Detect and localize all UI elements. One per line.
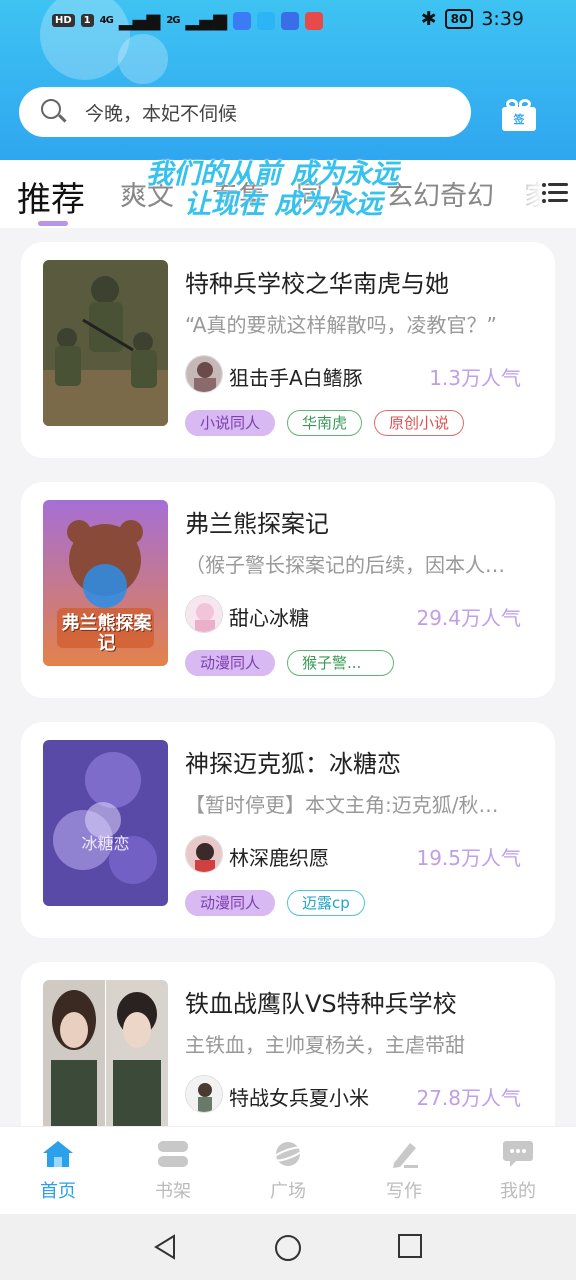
book-title[interactable]: 特种兵学校之华南虎与她 [185,264,449,299]
book-feed: 特种兵学校之华南虎与她 “A真的要就这样解散吗，凌教官？” 狙击手A白鳍豚 1.… [0,228,576,1126]
popularity-count: 29.4万人气 [416,606,521,630]
tag-chip[interactable]: 迈露cp [287,890,365,916]
tab-recommend[interactable]: 推荐 [17,172,85,221]
bluetooth-icon: ✱ [420,8,437,30]
music-app-icon [233,11,252,30]
home-icon [42,1139,74,1169]
gift-icon: 签 [502,107,536,131]
nav-write-label: 写作 [386,1181,422,1202]
search-bar[interactable]: 今晚，本妃不伺候 [19,87,471,137]
status-left: HD 1 4G ▂▄▆ 2G ▂▄▆ [52,10,324,31]
bookshelf-icon [157,1139,189,1169]
checkin-gift-button[interactable]: 签 [502,99,536,131]
nav-home[interactable]: 首页 [18,1139,98,1203]
home-button[interactable] [274,1234,302,1266]
book-card[interactable]: 特种兵学校之华南虎与她 “A真的要就这样解散吗，凌教官？” 狙击手A白鳍豚 1.… [21,242,555,458]
header: HD 1 4G ▂▄▆ 2G ▂▄▆ ✱ 80 3:39 今晚，本妃不伺候 签 [0,0,576,160]
book-cover[interactable] [43,980,168,1126]
book-description: （猴子警长探案记的后续，因本人… [185,553,505,577]
book-description: 主铁血，主帅夏杨关，主虐带甜 [185,1033,465,1057]
huawei-app-icon [305,11,324,30]
nav-profile-label: 我的 [500,1181,536,1202]
battery-indicator: 80 [444,9,474,29]
network-4g-label: 4G [99,15,114,26]
recents-button[interactable] [398,1234,422,1262]
author-name[interactable]: 林深鹿织愿 [229,842,329,871]
planet-icon [271,1139,305,1169]
book-title[interactable]: 神探迈克狐：冰糖恋 [185,744,401,779]
author-avatar[interactable] [185,595,223,633]
tag-chip[interactable]: 猴子警... [287,650,395,676]
nav-bookshelf[interactable]: 书架 [133,1139,213,1203]
popularity-count: 27.8万人气 [416,1086,521,1110]
nav-write[interactable]: 写作 [364,1139,444,1203]
status-right: ✱ 80 3:39 [421,8,524,30]
nav-square-label: 广场 [270,1181,306,1202]
author-avatar[interactable] [185,355,223,393]
tag-chip[interactable]: 原创小说 [374,410,465,436]
nav-profile[interactable]: 我的 [478,1139,558,1203]
chat-bubble-icon [502,1139,534,1169]
book-cover[interactable] [43,260,168,426]
signal-icon: ▂▄▆ [118,10,161,31]
tab-fantasy[interactable]: 玄幻奇幻 [386,174,494,213]
author-avatar[interactable] [185,835,223,873]
tag-list: 小说同人 华南虎 原创小说 [185,410,465,436]
tag-chip[interactable]: 动漫同人 [185,890,276,916]
book-description: “A真的要就这样解散吗，凌教官？” [185,313,497,337]
book-description: 【暂时停更】本文主角:迈克狐/秋… [185,793,499,817]
status-time: 3:39 [481,8,524,30]
tag-list: 动漫同人 猴子警... [185,650,395,676]
network-2g-label: 2G [166,15,180,26]
author-name[interactable]: 甜心冰糖 [229,602,309,631]
nav-home-label: 首页 [40,1181,76,1202]
tag-chip[interactable]: 小说同人 [185,410,276,436]
tag-chip[interactable]: 华南虎 [287,410,363,436]
nav-square[interactable]: 广场 [248,1139,328,1203]
back-button[interactable] [152,1234,178,1264]
book-title[interactable]: 铁血战鹰队VS特种兵学校 [185,984,457,1019]
watermark-overlay: 我们的从前 成为永远 让现在 成为永远 [140,160,398,220]
author-name[interactable]: 特战女兵夏小米 [229,1082,369,1111]
sim-indicator: 1 [80,14,94,27]
book-card[interactable]: 冰糖恋 神探迈克狐：冰糖恋 【暂时停更】本文主角:迈克狐/秋… 林深鹿织愿 19… [21,722,555,938]
category-menu-icon[interactable] [542,180,568,204]
tag-chip[interactable]: 动漫同人 [185,650,276,676]
status-bar: HD 1 4G ▂▄▆ 2G ▂▄▆ ✱ 80 3:39 [0,0,576,44]
watermark-line-2: 让现在 成为永远 [184,189,383,220]
checkin-label: 签 [513,113,525,126]
system-nav-bar [0,1214,576,1280]
search-app-icon [257,11,276,30]
cover-title: 弗兰熊探案记 [61,613,152,654]
search-placeholder: 今晚，本妃不伺候 [85,102,238,125]
book-card[interactable]: 铁血战鹰队VS特种兵学校 主铁血，主帅夏杨关，主虐带甜 特战女兵夏小米 27.8… [21,962,555,1126]
pen-icon [388,1139,420,1169]
author-name[interactable]: 狙击手A白鳍豚 [229,362,363,391]
nav-bookshelf-label: 书架 [155,1181,191,1202]
book-card[interactable]: 弗兰熊探案记 弗兰熊探案记 （猴子警长探案记的后续，因本人… 甜心冰糖 29.4… [21,482,555,698]
tab-indicator [38,221,68,226]
signal-icon: ▂▄▆ [185,10,228,31]
cover-title: 冰糖恋 [81,834,130,853]
book-title[interactable]: 弗兰熊探案记 [185,504,329,539]
author-avatar[interactable] [185,1075,223,1113]
book-cover[interactable]: 冰糖恋 [43,740,168,906]
book-cover[interactable]: 弗兰熊探案记 [43,500,168,666]
tag-list: 动漫同人 迈露cp [185,890,365,916]
watermark-line-1: 我们的从前 成为永远 [146,159,399,190]
search-icon [41,99,67,125]
bulb-app-icon [281,11,300,30]
bottom-nav: 首页 书架 广场 写作 我的 [0,1126,576,1214]
hd-indicator: HD [52,14,75,27]
popularity-count: 19.5万人气 [416,846,521,870]
popularity-count: 1.3万人气 [429,366,521,390]
